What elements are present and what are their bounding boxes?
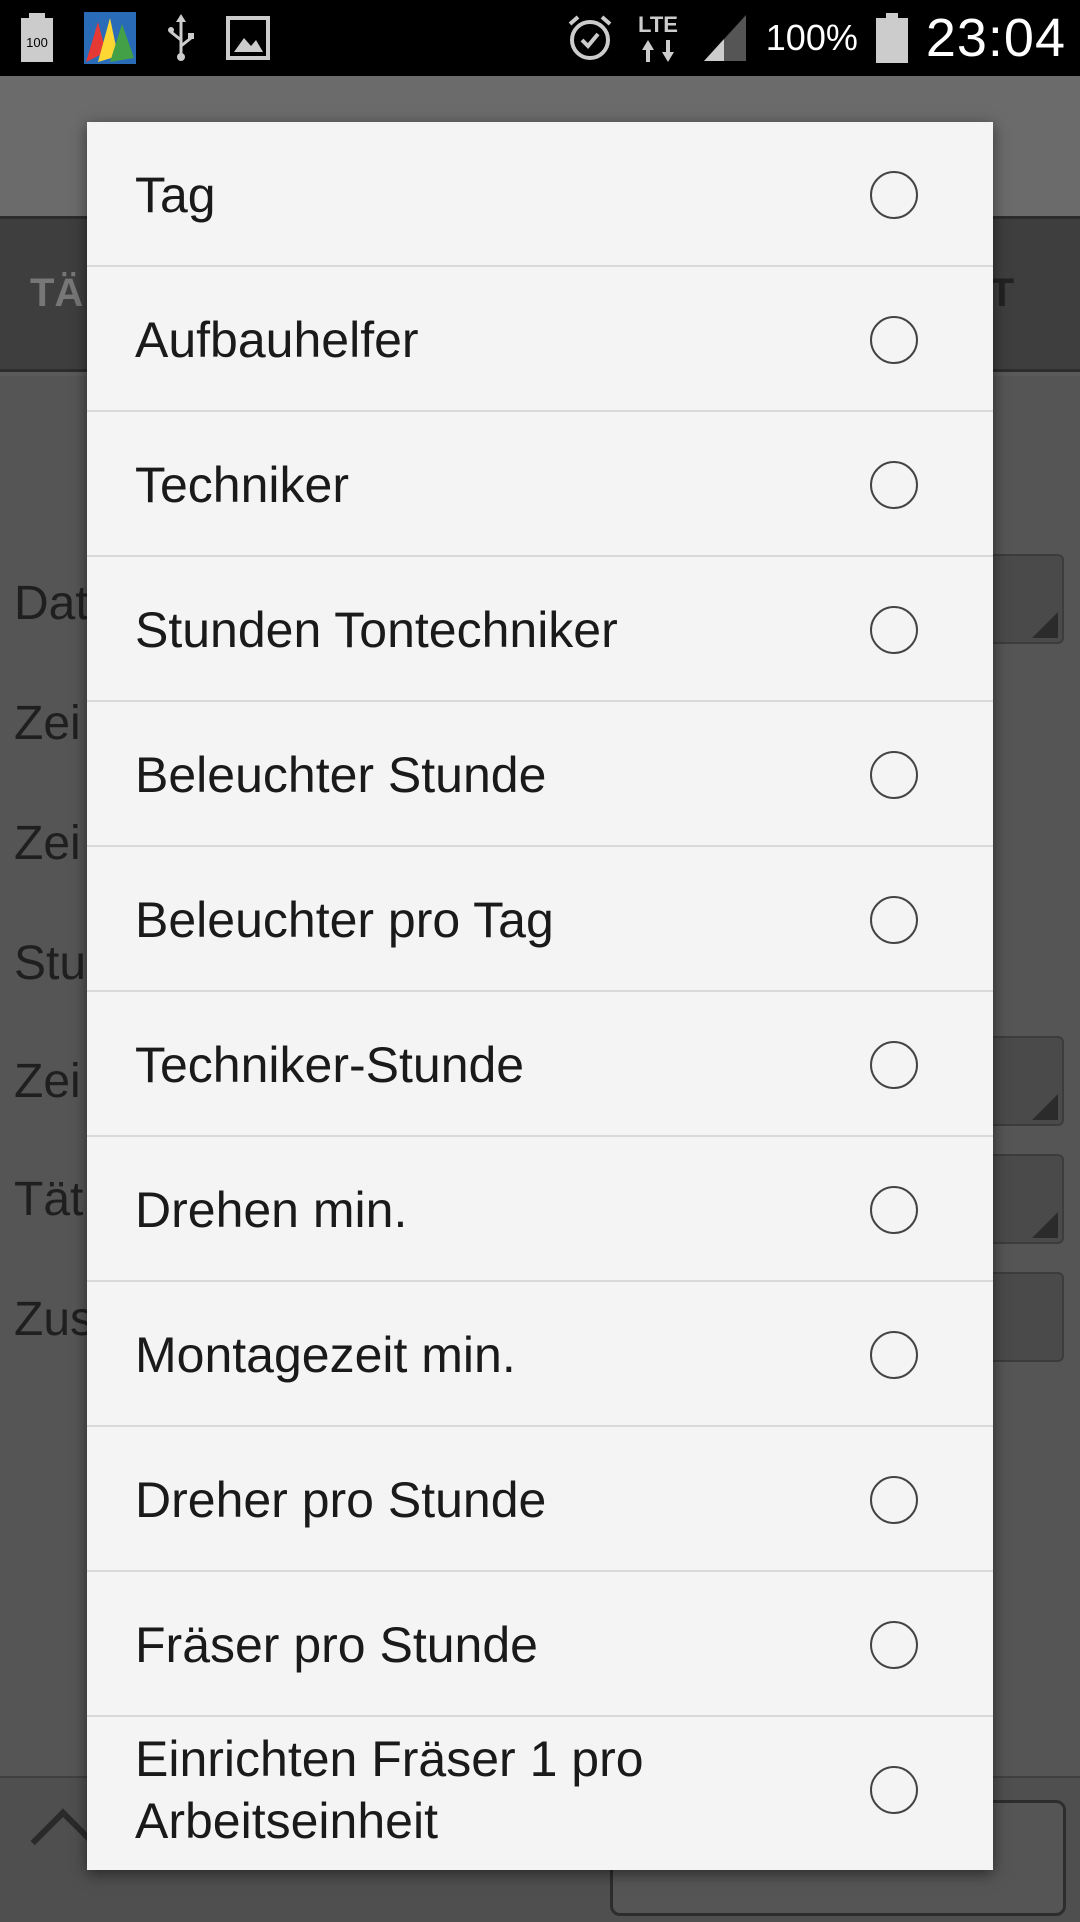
radio-button[interactable] [870,1041,918,1089]
option-label: Techniker-Stunde [135,1036,525,1093]
option-techniker[interactable]: Techniker [87,412,993,557]
radio-button[interactable] [870,171,918,219]
alarm-icon [566,14,614,62]
form-label: Stu [14,937,87,990]
form-label: Tät [14,1173,84,1226]
battery-saver-icon: 100 [20,13,54,63]
battery-percent: 100% [765,17,858,58]
option-label: Einrichten Fräser 1 pro Arbeitseinheit [135,1730,644,1849]
option-dreher-pro-stunde[interactable]: Dreher pro Stunde [87,1427,993,1572]
radio-button[interactable] [870,1621,918,1669]
radio-button[interactable] [870,1186,918,1234]
option-label: Techniker [135,456,349,513]
svg-text:100: 100 [26,35,48,50]
tab-right: T [989,271,1014,315]
option-tag[interactable]: Tag [87,122,993,267]
option-label: Drehen min. [135,1181,408,1238]
tab-left: TÄ [30,271,84,315]
avg-antivirus-icon [84,12,136,64]
form-label: Zei [14,1055,81,1108]
clock: 23:04 [925,8,1066,68]
signal-icon [702,13,748,63]
radio-button[interactable] [870,896,918,944]
radio-button[interactable] [870,316,918,364]
option-einrichten-fraeser[interactable]: Einrichten Fräser 1 pro Arbeitseinheit [87,1717,993,1862]
battery-icon [875,13,908,63]
form-label: Zus [14,1293,95,1346]
image-icon [226,16,270,60]
form-label: Zei [14,697,81,750]
option-label: Dreher pro Stunde [135,1471,547,1528]
option-label: Aufbauhelfer [135,311,419,368]
option-drehen-min[interactable]: Drehen min. [87,1137,993,1282]
status-bar: 100 LTE 100% 23:04 [0,0,1080,76]
radio-button[interactable] [870,751,918,799]
option-beleuchter-stunde[interactable]: Beleuchter Stunde [87,702,993,847]
form-label: Zei [14,817,81,870]
option-techniker-stunde[interactable]: Techniker-Stunde [87,992,993,1137]
option-montagezeit-min[interactable]: Montagezeit min. [87,1282,993,1427]
lte-icon: LTE [632,10,684,66]
option-fraeser-pro-stunde[interactable]: Fräser pro Stunde [87,1572,993,1717]
option-label: Montagezeit min. [135,1326,516,1383]
svg-text:LTE: LTE [638,12,678,37]
chevron-up-icon [30,1808,96,1874]
radio-button[interactable] [870,1766,918,1814]
option-label: Stunden Tontechniker [135,601,618,658]
radio-button[interactable] [870,461,918,509]
usb-icon [166,14,196,62]
form-label: Dat [14,577,89,630]
radio-button[interactable] [870,1476,918,1524]
option-label: Tag [135,166,216,223]
option-stunden-tontechniker[interactable]: Stunden Tontechniker [87,557,993,702]
selection-dialog: Tag Aufbauhelfer Techniker Stunden Tonte… [87,122,993,1870]
option-label: Beleuchter Stunde [135,746,547,803]
option-label: Beleuchter pro Tag [135,891,554,948]
option-beleuchter-pro-tag[interactable]: Beleuchter pro Tag [87,847,993,992]
option-aufbauhelfer[interactable]: Aufbauhelfer [87,267,993,412]
radio-button[interactable] [870,606,918,654]
radio-button[interactable] [870,1331,918,1379]
option-label: Fräser pro Stunde [135,1616,538,1673]
